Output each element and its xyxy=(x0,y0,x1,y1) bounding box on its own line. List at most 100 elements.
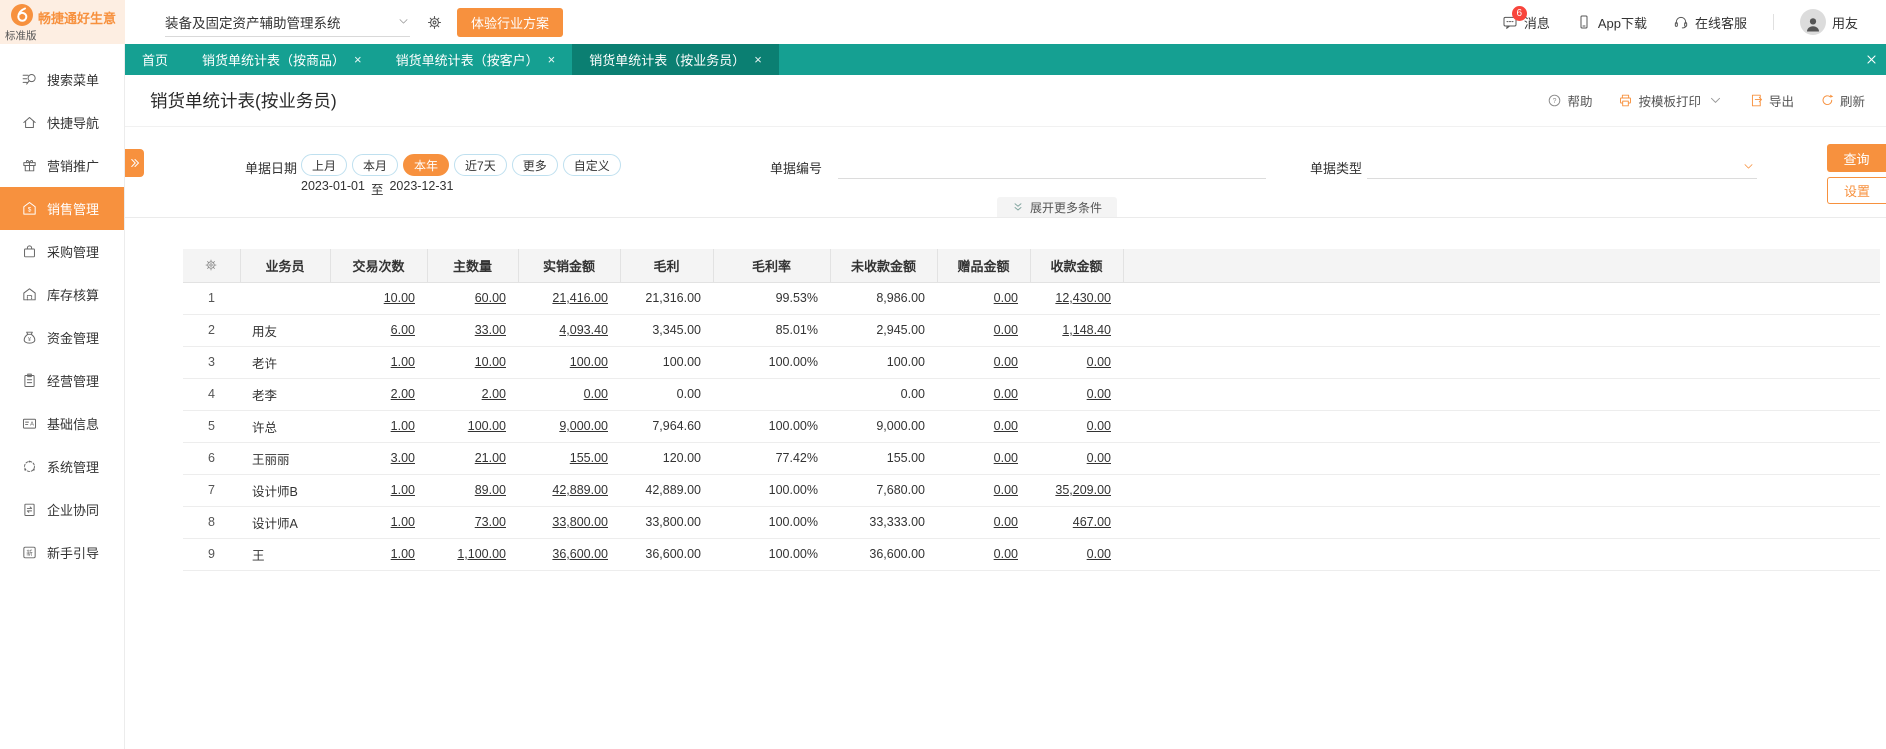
sidebar-item-system[interactable]: 系统管理 xyxy=(0,445,124,488)
drill-down-link[interactable]: 42,889.00 xyxy=(552,483,608,497)
drill-down-link[interactable]: 3.00 xyxy=(391,451,415,465)
column-header[interactable]: 实销金额 xyxy=(518,249,621,283)
drill-down-link[interactable]: 6.00 xyxy=(391,323,415,337)
refresh-button[interactable]: 刷新 xyxy=(1820,91,1865,110)
tab-item[interactable]: 销货单统计表（按商品） × xyxy=(185,44,379,75)
column-header[interactable]: 赠品金额 xyxy=(937,249,1031,283)
drill-down-link[interactable]: 1,100.00 xyxy=(457,547,506,561)
user-menu[interactable]: 用友 xyxy=(1799,9,1858,35)
tab-item[interactable]: 首页 xyxy=(125,44,185,75)
drill-down-link[interactable]: 36,600.00 xyxy=(552,547,608,561)
date-range-pill[interactable]: 本年 xyxy=(403,154,450,176)
system-select[interactable]: 装备及固定资产辅助管理系统 xyxy=(165,7,410,37)
drill-down-link[interactable]: 21,416.00 xyxy=(552,291,608,305)
sidebar-item-purchase[interactable]: 采购管理 xyxy=(0,230,124,273)
drill-down-link[interactable]: 0.00 xyxy=(584,387,608,401)
drill-down-link[interactable]: 73.00 xyxy=(475,515,506,529)
help-button[interactable]: 帮助 xyxy=(1547,91,1592,110)
column-header[interactable]: 毛利 xyxy=(620,249,714,283)
drill-down-link[interactable]: 0.00 xyxy=(1087,419,1111,433)
drill-down-link[interactable]: 2.00 xyxy=(482,387,506,401)
column-header[interactable]: 未收款金额 xyxy=(830,249,938,283)
settings-button[interactable]: 设置 xyxy=(1827,177,1886,204)
drill-down-link[interactable]: 9,000.00 xyxy=(559,419,608,433)
collapse-filter-button[interactable] xyxy=(125,149,144,177)
drill-down-link[interactable]: 89.00 xyxy=(475,483,506,497)
drill-down-link[interactable]: 33,800.00 xyxy=(552,515,608,529)
tab-close-icon[interactable]: × xyxy=(548,53,556,66)
drill-down-link[interactable]: 10.00 xyxy=(384,291,415,305)
drill-down-link[interactable]: 1.00 xyxy=(391,547,415,561)
tab-active[interactable]: 销货单统计表（按业务员） × xyxy=(572,44,779,75)
table-column-settings[interactable] xyxy=(183,249,241,283)
drill-down-link[interactable]: 155.00 xyxy=(570,451,608,465)
column-header[interactable]: 主数量 xyxy=(427,249,519,283)
date-range-pill[interactable]: 更多 xyxy=(511,154,558,176)
column-header[interactable]: 毛利率 xyxy=(713,249,831,283)
drill-down-link[interactable]: 0.00 xyxy=(994,547,1018,561)
date-range-pill[interactable]: 自定义 xyxy=(562,154,621,176)
date-range-pill[interactable]: 近7天 xyxy=(454,154,507,176)
sidebar-item-newbie[interactable]: 新手引导 xyxy=(0,531,124,574)
sidebar-item-operations[interactable]: 经营管理 xyxy=(0,359,124,402)
drill-down-link[interactable]: 0.00 xyxy=(994,291,1018,305)
tab-close-icon[interactable]: × xyxy=(754,53,762,66)
sidebar-item-quick-nav[interactable]: 快捷导航 xyxy=(0,101,124,144)
close-all-tabs-button[interactable] xyxy=(1856,44,1886,75)
drill-down-link[interactable]: 1.00 xyxy=(391,483,415,497)
drill-down-link[interactable]: 0.00 xyxy=(1087,547,1111,561)
drill-down-link[interactable]: 60.00 xyxy=(475,291,506,305)
sidebar-item-sales[interactable]: 销售管理 xyxy=(0,187,124,230)
tab-close-icon[interactable]: × xyxy=(354,53,362,66)
settings-gear-button[interactable] xyxy=(426,14,443,31)
drill-down-link[interactable]: 0.00 xyxy=(1087,387,1111,401)
drill-down-link[interactable]: 0.00 xyxy=(1087,355,1111,369)
drill-down-link[interactable]: 0.00 xyxy=(994,515,1018,529)
sidebar-item-marketing[interactable]: 营销推广 xyxy=(0,144,124,187)
print-by-template-button[interactable]: 按模板打印 xyxy=(1618,91,1723,110)
drill-down-link[interactable]: 100.00 xyxy=(570,355,608,369)
sidebar-item-enterprise[interactable]: 企业协同 xyxy=(0,488,124,531)
column-header[interactable]: 业务员 xyxy=(240,249,331,283)
drill-down-link[interactable]: 33.00 xyxy=(475,323,506,337)
drill-down-link[interactable]: 12,430.00 xyxy=(1055,291,1111,305)
column-header[interactable]: 收款金额 xyxy=(1030,249,1124,283)
date-range-pill[interactable]: 上月 xyxy=(301,154,348,176)
drill-down-link[interactable]: 0.00 xyxy=(1087,451,1111,465)
date-range-value[interactable]: 2023-01-01 至 2023-12-31 xyxy=(301,179,453,198)
messages-button[interactable]: 6 消息 xyxy=(1502,6,1550,32)
search-button[interactable]: 查询 xyxy=(1827,144,1886,172)
chevron-down-icon[interactable] xyxy=(1708,93,1723,108)
doc-type-select[interactable] xyxy=(1367,153,1757,179)
drill-down-link[interactable]: 4,093.40 xyxy=(559,323,608,337)
doc-no-input[interactable] xyxy=(838,153,1266,179)
drill-down-link[interactable]: 21.00 xyxy=(475,451,506,465)
drill-down-link[interactable]: 0.00 xyxy=(994,419,1018,433)
drill-down-link[interactable]: 0.00 xyxy=(994,483,1018,497)
date-range-pill[interactable]: 本月 xyxy=(352,154,399,176)
drill-down-link[interactable]: 35,209.00 xyxy=(1055,483,1111,497)
sidebar-item-inventory[interactable]: 库存核算 xyxy=(0,273,124,316)
drill-down-link[interactable]: 0.00 xyxy=(994,355,1018,369)
expand-more-conditions-button[interactable]: 展开更多条件 xyxy=(997,197,1118,217)
drill-down-link[interactable]: 1.00 xyxy=(391,355,415,369)
sidebar-item-base-info[interactable]: 基础信息 xyxy=(0,402,124,445)
drill-down-link[interactable]: 0.00 xyxy=(994,451,1018,465)
app-download-button[interactable]: App下载 xyxy=(1576,13,1647,32)
drill-down-link[interactable]: 100.00 xyxy=(468,419,506,433)
export-button[interactable]: 导出 xyxy=(1749,91,1794,110)
drill-down-link[interactable]: 1.00 xyxy=(391,419,415,433)
sidebar-item-funds[interactable]: 资金管理 xyxy=(0,316,124,359)
drill-down-link[interactable]: 1.00 xyxy=(391,515,415,529)
tab-item[interactable]: 销货单统计表（按客户） × xyxy=(379,44,573,75)
drill-down-link[interactable]: 2.00 xyxy=(391,387,415,401)
online-service-button[interactable]: 在线客服 xyxy=(1673,13,1747,32)
trial-industry-button[interactable]: 体验行业方案 xyxy=(457,7,564,37)
sidebar-item-search-menu[interactable]: 搜索菜单 xyxy=(0,58,124,101)
drill-down-link[interactable]: 0.00 xyxy=(994,323,1018,337)
column-header[interactable]: 交易次数 xyxy=(330,249,428,283)
drill-down-link[interactable]: 467.00 xyxy=(1073,515,1111,529)
drill-down-link[interactable]: 0.00 xyxy=(994,387,1018,401)
drill-down-link[interactable]: 1,148.40 xyxy=(1062,323,1111,337)
drill-down-link[interactable]: 10.00 xyxy=(475,355,506,369)
